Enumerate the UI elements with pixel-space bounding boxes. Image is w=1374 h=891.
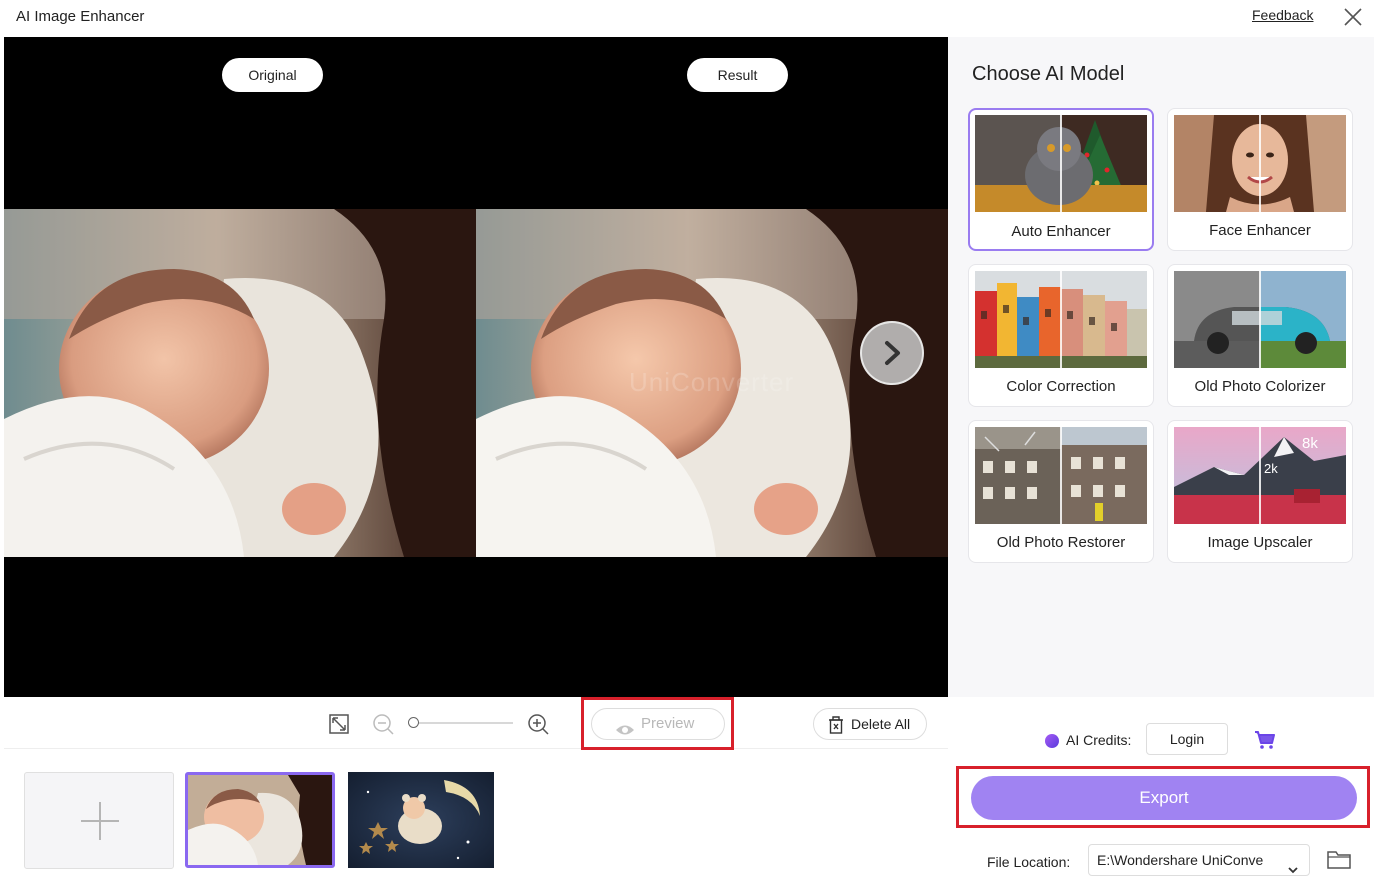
file-location-select[interactable]: E:\Wondershare UniConve [1088,844,1310,876]
fit-screen-icon[interactable] [327,712,351,736]
model-label: Image Upscaler [1207,534,1313,551]
model-label: Face Enhancer [1209,222,1311,239]
zoom-out-icon[interactable] [371,712,395,736]
preview-canvas: Original Result UniConverter [4,37,948,697]
close-icon[interactable] [1341,5,1365,29]
export-area: AI Credits: Login Export File Location: … [948,697,1374,891]
export-button[interactable]: Export [971,776,1357,820]
upscale-badge-2k: 2k [1264,461,1278,476]
thumbnail-baby-moon[interactable] [348,772,494,868]
result-label: Result [687,58,788,92]
preview-button[interactable]: Preview [591,708,725,740]
old-photo-restorer-image [975,427,1147,524]
model-label: Old Photo Restorer [996,534,1126,551]
preview-button-label: Preview [641,715,695,732]
model-card-color-correction[interactable]: Color Correction [968,264,1154,407]
panel-title: Choose AI Model [972,63,1125,85]
upscale-badge-8k: 8k [1302,435,1318,452]
app-window: AI Image Enhancer Feedback Original Resu… [0,0,1374,891]
preview-toolbar: Preview Delete All [4,697,948,750]
next-image-button[interactable] [860,321,924,385]
cart-icon[interactable] [1253,728,1277,752]
model-card-old-photo-restorer[interactable]: Old Photo Restorer [968,420,1154,563]
original-label: Original [222,58,323,92]
window-title: AI Image Enhancer [16,8,145,25]
face-enhancer-image [1174,115,1346,212]
file-location-value: E:\Wondershare UniConve [1097,852,1264,868]
file-location-label: File Location: [987,854,1071,870]
eye-icon [615,718,635,748]
ai-credits-icon [1045,734,1059,748]
thumbnail-baby-selected[interactable] [185,772,335,868]
model-label: Auto Enhancer [1011,223,1111,240]
color-correction-image [975,271,1147,368]
old-photo-colorizer-image [1174,271,1346,368]
login-button[interactable]: Login [1146,723,1228,755]
add-image-button[interactable] [24,772,174,869]
original-image [4,209,476,557]
model-card-auto-enhancer[interactable]: Auto Enhancer [968,108,1154,251]
zoom-slider-track[interactable] [413,722,513,724]
ai-credits-label: AI Credits: [1066,732,1132,748]
zoom-slider-knob[interactable] [408,717,419,728]
delete-all-label: Delete All [851,716,911,732]
folder-icon[interactable] [1326,848,1352,870]
auto-enhancer-image [975,115,1147,212]
trash-icon [827,715,845,745]
feedback-link[interactable]: Feedback [1252,7,1313,23]
ai-model-panel: Choose AI Model Auto Enhancer Face Enhan… [948,37,1374,697]
model-card-old-photo-colorizer[interactable]: Old Photo Colorizer [1167,264,1353,407]
model-label: Old Photo Colorizer [1194,378,1326,395]
thumbnail-strip [4,750,948,891]
image-upscaler-image: 2k 8k [1174,427,1346,524]
watermark: UniConverter [629,367,795,397]
model-card-face-enhancer[interactable]: Face Enhancer [1167,108,1353,251]
delete-all-button[interactable]: Delete All [813,708,927,740]
model-label: Color Correction [1006,378,1116,395]
zoom-in-icon[interactable] [526,712,550,736]
chevron-down-icon [1287,855,1299,875]
model-card-image-upscaler[interactable]: 2k 8k Image Upscaler [1167,420,1353,563]
title-bar: AI Image Enhancer Feedback [0,0,1374,36]
